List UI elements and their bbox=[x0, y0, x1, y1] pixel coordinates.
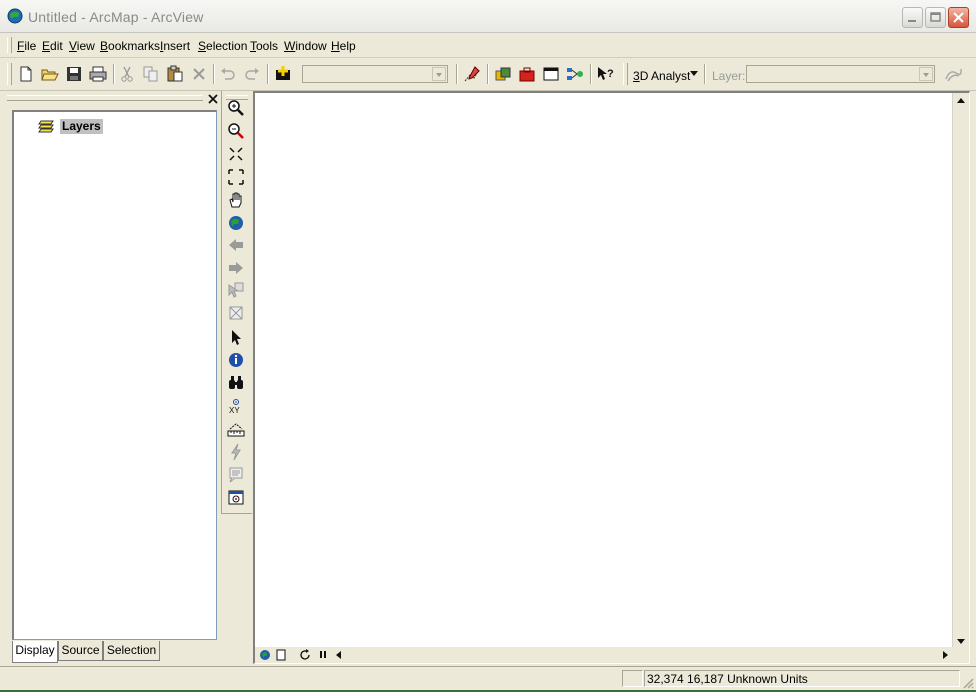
resize-grip-icon[interactable] bbox=[962, 677, 974, 689]
toolbar-separator bbox=[456, 64, 458, 84]
full-extent-globe-icon[interactable] bbox=[227, 214, 245, 232]
toolbar-grip[interactable] bbox=[623, 63, 628, 85]
menu-tools[interactable]: Tools bbox=[250, 39, 278, 53]
tools-toolbar: XY bbox=[221, 91, 253, 514]
map-scale-combo[interactable] bbox=[302, 65, 448, 83]
status-panel bbox=[622, 670, 643, 687]
zoom-in-icon[interactable] bbox=[227, 99, 245, 117]
menu-view[interactable]: View bbox=[69, 39, 95, 53]
toolbar-divider bbox=[221, 513, 252, 514]
chevron-down-icon[interactable] bbox=[432, 67, 446, 81]
standard-toolbar: ? 3D Analyst Layer: bbox=[0, 58, 976, 91]
menu-edit[interactable]: Edit bbox=[42, 39, 63, 53]
menu-window[interactable]: Window bbox=[284, 39, 327, 53]
svg-text:XY: XY bbox=[229, 406, 240, 415]
refresh-icon[interactable] bbox=[297, 647, 313, 663]
layout-view-icon[interactable] bbox=[273, 647, 289, 663]
toolbar-grip[interactable] bbox=[7, 63, 12, 85]
tab-source[interactable]: Source bbox=[58, 641, 103, 661]
close-button[interactable] bbox=[948, 7, 969, 28]
hyperlink-icon bbox=[227, 443, 245, 461]
zoom-out-icon[interactable] bbox=[227, 122, 245, 140]
toolbar-separator bbox=[267, 64, 269, 84]
chevron-down-icon[interactable] bbox=[689, 70, 699, 78]
menu-bar: File Edit View Bookmarks Insert Selectio… bbox=[0, 33, 976, 58]
open-folder-icon[interactable] bbox=[41, 65, 59, 83]
close-icon[interactable] bbox=[207, 93, 219, 105]
measure-icon[interactable] bbox=[227, 421, 245, 439]
map-display[interactable] bbox=[253, 91, 970, 664]
menu-insert[interactable]: Insert bbox=[160, 39, 190, 53]
undo-icon bbox=[219, 65, 237, 83]
command-line-icon[interactable] bbox=[542, 65, 560, 83]
html-popup-icon bbox=[227, 466, 245, 484]
status-bar: 32,374 16,187 Unknown Units bbox=[0, 666, 976, 691]
tab-display[interactable]: Display bbox=[12, 641, 58, 663]
arcmap-window: Untitled - ArcMap - ArcView File Edit Vi… bbox=[0, 0, 976, 690]
new-document-icon[interactable] bbox=[17, 65, 35, 83]
cut-icon bbox=[118, 65, 136, 83]
scroll-up-icon[interactable] bbox=[953, 93, 969, 109]
next-extent-icon[interactable] bbox=[227, 259, 245, 277]
vertical-scrollbar[interactable] bbox=[952, 93, 969, 649]
arccatalog-icon[interactable] bbox=[494, 65, 512, 83]
toolbar-separator bbox=[704, 64, 706, 84]
zoom-to-selected-icon bbox=[227, 281, 245, 299]
create-viewer-window-icon[interactable] bbox=[227, 489, 245, 507]
editor-toolbar-icon[interactable] bbox=[463, 65, 481, 83]
fixed-zoom-out-icon[interactable] bbox=[227, 168, 245, 186]
chevron-down-icon bbox=[919, 67, 933, 81]
layer-combo bbox=[746, 65, 935, 83]
menu-help[interactable]: Help bbox=[331, 39, 356, 53]
map-bottom-bar bbox=[255, 647, 969, 663]
toolbar-separator bbox=[487, 64, 489, 84]
toc-tree[interactable]: Layers bbox=[12, 110, 217, 640]
arctoolbox-icon[interactable] bbox=[518, 65, 536, 83]
data-view-icon[interactable] bbox=[257, 647, 273, 663]
save-icon[interactable] bbox=[65, 65, 83, 83]
svg-text:?: ? bbox=[607, 68, 614, 80]
pause-drawing-icon[interactable] bbox=[315, 647, 331, 663]
add-data-icon[interactable] bbox=[274, 65, 292, 83]
fixed-zoom-in-icon[interactable] bbox=[227, 145, 245, 163]
copy-icon bbox=[142, 65, 160, 83]
menu-selection[interactable]: Selection bbox=[198, 39, 247, 53]
menu-bookmarks[interactable]: Bookmarks bbox=[100, 39, 160, 53]
toc-grip[interactable] bbox=[7, 95, 203, 101]
layers-icon bbox=[38, 118, 56, 137]
print-icon[interactable] bbox=[89, 65, 107, 83]
title-bar[interactable]: Untitled - ArcMap - ArcView bbox=[0, 0, 976, 33]
delete-icon bbox=[190, 65, 208, 83]
redo-icon bbox=[243, 65, 261, 83]
pan-hand-icon[interactable] bbox=[227, 191, 245, 209]
toolbar-separator bbox=[113, 64, 115, 84]
previous-extent-icon[interactable] bbox=[227, 236, 245, 254]
coordinates-readout: 32,374 16,187 Unknown Units bbox=[647, 672, 808, 686]
menu-file[interactable]: File bbox=[17, 39, 36, 53]
minimize-button[interactable] bbox=[902, 7, 923, 28]
3d-analyst-menu[interactable]: 3D Analyst bbox=[633, 69, 690, 83]
select-elements-icon[interactable] bbox=[227, 328, 245, 346]
scroll-corner bbox=[953, 647, 969, 663]
table-of-contents: Layers Display Source Selection bbox=[7, 91, 221, 663]
layers-label: Layers bbox=[60, 119, 103, 134]
maximize-button[interactable] bbox=[925, 7, 946, 28]
scroll-right-icon[interactable] bbox=[937, 647, 953, 663]
layer-label: Layer: bbox=[712, 69, 746, 83]
go-to-xy-icon[interactable]: XY bbox=[227, 397, 245, 415]
scroll-left-icon[interactable] bbox=[331, 647, 347, 663]
paste-icon[interactable] bbox=[166, 65, 184, 83]
identify-icon[interactable] bbox=[227, 351, 245, 369]
find-binoculars-icon[interactable] bbox=[227, 374, 245, 392]
menu-bar-grip[interactable] bbox=[7, 37, 12, 53]
model-builder-icon[interactable] bbox=[566, 65, 584, 83]
window-title: Untitled - ArcMap - ArcView bbox=[28, 9, 204, 25]
tab-selection[interactable]: Selection bbox=[103, 641, 160, 661]
toolbar-separator bbox=[590, 64, 592, 84]
create-contours-icon bbox=[944, 65, 962, 83]
whats-this-help-icon[interactable]: ? bbox=[596, 65, 614, 83]
toolbar-separator bbox=[213, 64, 215, 84]
arcmap-globe-icon bbox=[7, 8, 23, 24]
clear-selection-icon bbox=[227, 304, 245, 322]
